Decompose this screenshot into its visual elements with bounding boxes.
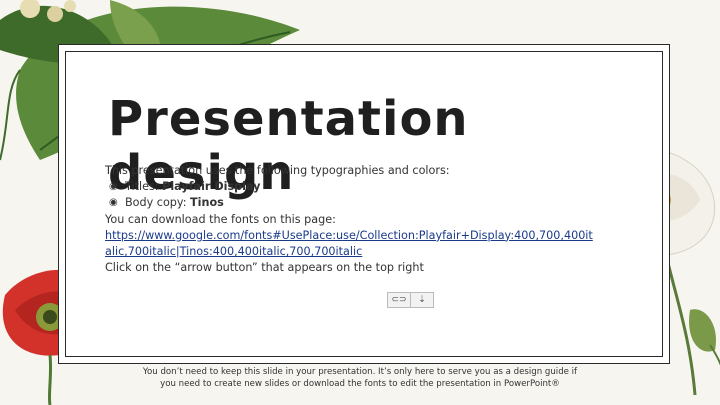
- body-font-name: Tinos: [190, 196, 224, 210]
- intro-text: This presentation uses the following typ…: [105, 164, 450, 177]
- fonts-link[interactable]: https://www.google.com/fonts#UsePlace:us…: [105, 229, 593, 258]
- download-text: You can download the fonts on this page:: [105, 212, 336, 226]
- list-item-body-copy: Body copy: Tinos: [109, 195, 595, 211]
- toolbar-buttons: ⊂⊃ ⇣: [387, 292, 434, 308]
- list-item-titles: Titles: Playfair Display: [109, 179, 595, 195]
- link-icon[interactable]: ⊂⊃: [387, 292, 411, 308]
- download-arrow-icon[interactable]: ⇣: [411, 292, 434, 308]
- slide: Presentation design This presentation us…: [0, 0, 720, 405]
- font-list: Titles: Playfair Display Body copy: Tino…: [105, 179, 595, 212]
- slide-body: This presentation uses the following typ…: [105, 163, 595, 276]
- poppy-bud: [689, 309, 716, 352]
- titles-font-name: Playfair Display: [162, 180, 261, 194]
- footer-note: You don’t need to keep this slide in you…: [142, 367, 578, 390]
- arrow-instruction-text: Click on the “arrow button” that appears…: [105, 261, 424, 275]
